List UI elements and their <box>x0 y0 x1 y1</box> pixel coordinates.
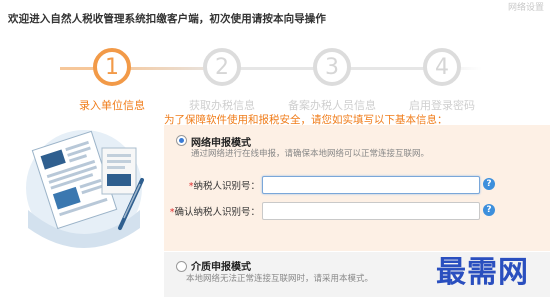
step-1-circle: 1 <box>93 48 131 86</box>
step-4-number: 4 <box>435 54 449 80</box>
step-4-circle: 4 <box>423 48 461 86</box>
taxpayer-id-label: *纳税人识别号： <box>160 178 260 192</box>
taxpayer-id-input[interactable] <box>262 176 480 194</box>
site-watermark: 最需网 <box>436 255 529 290</box>
document-illustration <box>26 130 144 248</box>
step-1-number: 1 <box>105 54 119 80</box>
media-mode-desc: 本地网络无法正常连接互联网时，请采用本模式。 <box>186 274 374 284</box>
confirm-id-label: *确认纳税人识别号： <box>160 204 260 218</box>
step-2-number: 2 <box>215 54 229 80</box>
media-mode-title[interactable]: 介质申报模式 <box>191 258 251 273</box>
step-2-circle: 2 <box>203 48 241 86</box>
taxpayer-id-label-text: 纳税人识别号： <box>193 181 260 192</box>
confirm-id-label-text: 确认纳税人识别号： <box>174 207 260 218</box>
media-mode-radio[interactable] <box>176 261 187 272</box>
step-4-label: 启用登录密码 <box>409 99 475 112</box>
step-3-label: 备案办税人员信息 <box>288 99 376 112</box>
welcome-text: 欢迎进入自然人税收管理系统扣缴客户端，初次使用请按本向导操作 <box>8 13 326 25</box>
step-3-circle: 3 <box>313 48 351 86</box>
confirm-id-help-icon[interactable]: ? <box>483 204 495 216</box>
step-2-label: 获取办税信息 <box>189 99 255 112</box>
taxpayer-id-help-icon[interactable]: ? <box>483 178 495 190</box>
corner-network-setting-link[interactable]: 网络设置 <box>508 0 544 13</box>
step-3-number: 3 <box>325 54 339 80</box>
step-1-label: 录入单位信息 <box>79 99 145 112</box>
online-mode-desc: 通过网络进行在线申报，请确保本地网络可以正常连接互联网。 <box>191 149 430 159</box>
online-mode-radio[interactable] <box>176 135 187 146</box>
confirm-id-input[interactable] <box>262 202 480 220</box>
